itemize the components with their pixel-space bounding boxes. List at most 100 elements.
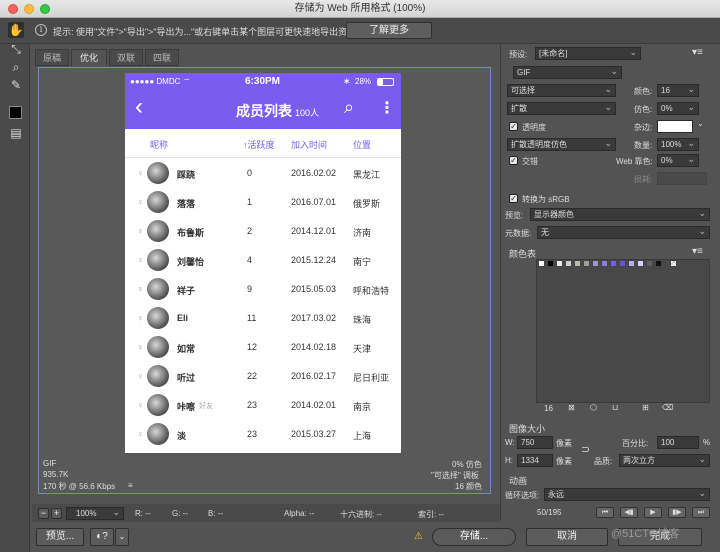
color-swatch[interactable] xyxy=(619,260,626,267)
browser-preview-icon[interactable]: ◐? xyxy=(90,528,114,546)
toggle-slices-icon[interactable]: ▤ xyxy=(8,125,24,141)
web-snap-input[interactable]: 0% xyxy=(657,153,699,167)
transparency-checkbox[interactable]: ✓ xyxy=(509,122,518,131)
last-frame-button[interactable]: ⏭ xyxy=(692,507,710,518)
activity-value: 9 xyxy=(247,284,253,294)
tab-original[interactable]: 原稿 xyxy=(35,49,69,66)
quality-select[interactable]: 两次立方 xyxy=(619,453,710,467)
colors-value: 16 xyxy=(661,86,670,95)
learn-more-button[interactable]: 了解更多 xyxy=(346,22,432,39)
cancel-button[interactable]: 取消 xyxy=(526,528,608,546)
matte-color-swatch[interactable] xyxy=(657,120,693,133)
column-header-activity[interactable]: ↑活跃度 xyxy=(243,138,275,151)
color-swatch[interactable] xyxy=(601,260,608,267)
download-speed-menu-icon[interactable]: ≡ xyxy=(128,481,133,490)
lossy-input[interactable] xyxy=(657,172,707,185)
member-name: 踩跷 xyxy=(177,170,196,180)
preview-button[interactable]: 预览... xyxy=(36,528,84,546)
link-dimensions-icon[interactable]: ⊃ xyxy=(581,443,590,456)
dither-algorithm-select[interactable]: 扩散 xyxy=(507,101,616,115)
zoom-out-button[interactable]: − xyxy=(38,508,49,519)
play-button[interactable]: ▶ xyxy=(644,507,662,518)
first-frame-button[interactable]: ⏮ xyxy=(596,507,614,518)
browser-select-chevron-down-icon[interactable]: ⌄ xyxy=(115,528,129,546)
location: 黑龙江 xyxy=(353,170,381,180)
height-input[interactable]: 1334 xyxy=(517,454,553,467)
zoom-tool-icon[interactable]: ⌕ xyxy=(8,59,24,75)
format-select[interactable]: GIF xyxy=(513,65,622,79)
eyedropper-color-swatch[interactable] xyxy=(9,106,22,119)
preview-mode-select[interactable]: 显示器颜色 xyxy=(530,207,710,221)
back-icon[interactable]: ‹ xyxy=(135,95,143,119)
color-swatch[interactable] xyxy=(547,260,554,267)
zoom-in-button[interactable]: + xyxy=(51,508,62,519)
tab-optimized[interactable]: 优化 xyxy=(71,49,107,66)
table-row[interactable]: ♀ 刘馨怡 4 2015.12.24 南宁 xyxy=(125,246,401,275)
column-header-join-date[interactable]: 加入时间 xyxy=(291,138,327,151)
watermark: @51CTO博客 xyxy=(611,528,680,540)
matte-chevron-down-icon[interactable]: ⌄ xyxy=(697,119,704,128)
tab-4up[interactable]: 四联 xyxy=(145,49,179,66)
next-frame-button[interactable]: ▮▶ xyxy=(668,507,686,518)
color-swatch[interactable] xyxy=(556,260,563,267)
color-swatch[interactable] xyxy=(628,260,635,267)
color-swatch[interactable] xyxy=(574,260,581,267)
colors-input[interactable]: 16 xyxy=(657,83,699,97)
save-button[interactable]: 存储... xyxy=(432,528,516,546)
color-reduction-select[interactable]: 可选择 xyxy=(507,83,616,97)
new-color-icon[interactable]: ⊞ xyxy=(642,403,649,412)
table-row[interactable]: ♀ 淡 23 2015.03.27 上海 xyxy=(125,420,401,449)
color-swatch[interactable] xyxy=(538,260,545,267)
interlaced-checkbox[interactable]: ✓ xyxy=(509,156,518,165)
table-row[interactable]: ♀ 咔嚓 好友 23 2014.02.01 南京 xyxy=(125,391,401,420)
width-input[interactable]: 750 xyxy=(517,436,553,449)
minimize-window-button[interactable] xyxy=(24,4,34,14)
color-table[interactable] xyxy=(536,259,710,403)
location: 南宁 xyxy=(353,257,372,267)
table-row[interactable]: ♀ 布鲁斯 2 2014.12.01 济南 xyxy=(125,217,401,246)
percent-input[interactable]: 100 xyxy=(657,436,699,449)
more-icon[interactable]: ⋮ xyxy=(379,98,395,118)
hand-tool-icon[interactable]: ✋ xyxy=(8,22,24,38)
table-row[interactable]: ♀ Eli 11 2017.03.02 珠海 xyxy=(125,304,401,333)
map-transparent-icon[interactable]: ⊠ xyxy=(568,403,575,412)
color-swatch[interactable] xyxy=(583,260,590,267)
table-row[interactable]: ♀ 踩跷 0 2016.02.02 黑龙江 xyxy=(125,159,401,188)
lock-color-icon[interactable]: ⊔ xyxy=(612,403,618,412)
color-swatch[interactable] xyxy=(655,260,662,267)
web-shift-icon[interactable]: ⬡ xyxy=(590,403,597,412)
slice-select-tool-icon[interactable]: ⤡ xyxy=(8,41,24,57)
maximize-window-button[interactable] xyxy=(40,4,50,14)
column-header-nickname[interactable]: 昵称 xyxy=(150,138,168,151)
eyedropper-tool-icon[interactable]: ✎ xyxy=(8,77,24,93)
table-row[interactable]: ♀ 如常 12 2014.02.18 天津 xyxy=(125,333,401,362)
metadata-select[interactable]: 无 xyxy=(537,225,710,239)
table-row[interactable]: ♀ 落落 1 2016.07.01 俄罗斯 xyxy=(125,188,401,217)
zoom-level-select[interactable]: 100% xyxy=(66,506,124,520)
loop-select[interactable]: 永远 xyxy=(544,487,710,501)
color-table-menu-icon[interactable]: ▾≡ xyxy=(692,246,703,257)
convert-srgb-checkbox[interactable]: ✓ xyxy=(509,194,518,203)
color-swatch[interactable] xyxy=(637,260,644,267)
avatar xyxy=(147,220,169,242)
color-swatch[interactable] xyxy=(610,260,617,267)
color-swatch[interactable] xyxy=(592,260,599,267)
color-swatch[interactable] xyxy=(646,260,653,267)
location: 南京 xyxy=(353,402,372,412)
table-row[interactable]: ♀ 祥子 9 2015.05.03 呼和浩特 xyxy=(125,275,401,304)
column-header-location[interactable]: 位置 xyxy=(353,138,371,151)
transparent-swatch[interactable] xyxy=(670,260,677,267)
height-value: 1334 xyxy=(521,456,539,465)
transparency-dither-select[interactable]: 扩散透明度仿色 xyxy=(507,137,616,151)
amount-input[interactable]: 100% xyxy=(657,137,699,151)
delete-color-icon[interactable]: ⌫ xyxy=(662,403,673,412)
search-icon[interactable]: ⌕ xyxy=(344,97,354,118)
dither-amount-input[interactable]: 0% xyxy=(657,101,699,115)
settings-menu-icon[interactable]: ▾≡ xyxy=(692,47,703,58)
table-row[interactable]: ♀ 听过 22 2016.02.17 尼日利亚 xyxy=(125,362,401,391)
preset-select[interactable]: [未命名] xyxy=(535,46,641,60)
tab-2up[interactable]: 双联 xyxy=(109,49,143,66)
color-swatch[interactable] xyxy=(565,260,572,267)
previous-frame-button[interactable]: ◀▮ xyxy=(620,507,638,518)
close-window-button[interactable] xyxy=(8,4,18,14)
